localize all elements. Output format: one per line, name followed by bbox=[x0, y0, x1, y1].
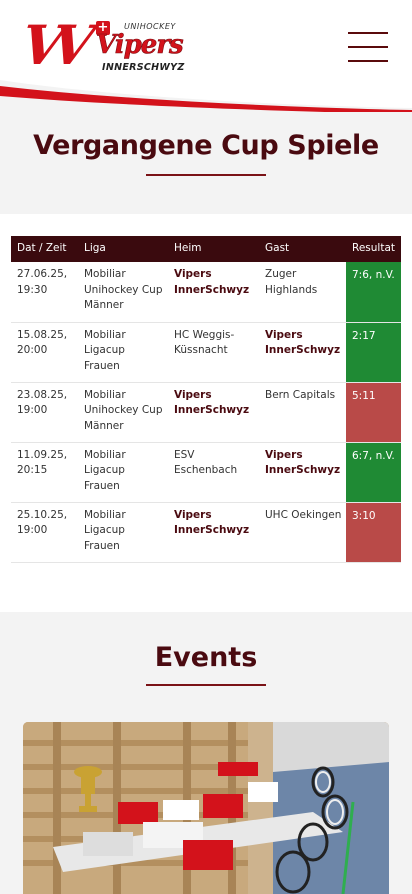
game-date: 11.09.25, 20:15 bbox=[11, 442, 78, 503]
game-guest-team: UHC Oekingen bbox=[259, 502, 346, 563]
game-result: 3:10 bbox=[346, 502, 401, 563]
game-league: Mobiliar Unihockey Cup Männer bbox=[78, 382, 168, 443]
table-row: 15.08.25, 20:00 Mobiliar Ligacup Frauen … bbox=[11, 322, 401, 383]
game-result: 7:6, n.V. bbox=[346, 262, 401, 323]
game-home-team: Vipers InnerSchwyz bbox=[168, 262, 259, 323]
logo-bottom-text: INNERSCHWYZ bbox=[102, 62, 185, 73]
table-row: 23.08.25, 19:00 Mobiliar Unihockey Cup M… bbox=[11, 382, 401, 443]
cup-games-table-container: Dat / Zeit Liga Heim Gast Resultat 27.06… bbox=[0, 214, 412, 612]
game-result: 5:11 bbox=[346, 382, 401, 443]
game-guest-team: Zuger Highlands bbox=[259, 262, 346, 323]
events-title: Events bbox=[154, 642, 258, 673]
logo-name: Vipers bbox=[96, 30, 184, 61]
game-home-team: Vipers InnerSchwyz bbox=[168, 382, 259, 443]
cup-games-header: Vergangene Cup Spiele bbox=[0, 112, 412, 214]
game-date: 25.10.25, 19:00 bbox=[11, 502, 78, 563]
game-guest-team: Vipers InnerSchwyz bbox=[259, 442, 346, 503]
table-row: 11.09.25, 20:15 Mobiliar Ligacup Frauen … bbox=[11, 442, 401, 503]
game-home-team: HC Weggis-Küssnacht bbox=[168, 322, 259, 383]
logo-double-v: VV bbox=[17, 13, 87, 77]
column-header-date: Dat / Zeit bbox=[11, 236, 78, 262]
title-underline bbox=[146, 684, 266, 686]
game-guest-team: Vipers InnerSchwyz bbox=[259, 322, 346, 383]
column-header-home: Heim bbox=[168, 236, 259, 262]
column-header-result: Resultat bbox=[346, 236, 401, 262]
events-section: Events bbox=[0, 612, 412, 894]
game-league: Mobiliar Unihockey Cup Männer bbox=[78, 262, 168, 323]
vipers-logo[interactable]: VV + UNIHOCKEY Vipers INNERSCHWYZ bbox=[18, 13, 185, 80]
header-swoosh bbox=[0, 80, 412, 114]
event-image-card[interactable] bbox=[23, 722, 389, 894]
cup-games-table: Dat / Zeit Liga Heim Gast Resultat 27.06… bbox=[11, 236, 401, 563]
cup-games-title: Vergangene Cup Spiele bbox=[33, 130, 379, 161]
game-league: Mobiliar Ligacup Frauen bbox=[78, 502, 168, 563]
game-date: 15.08.25, 20:00 bbox=[11, 322, 78, 383]
hamburger-menu-icon[interactable] bbox=[348, 30, 388, 64]
table-header-row: Dat / Zeit Liga Heim Gast Resultat bbox=[11, 236, 401, 262]
column-header-guest: Gast bbox=[259, 236, 346, 262]
game-result: 2:17 bbox=[346, 322, 401, 383]
game-date: 27.06.25, 19:30 bbox=[11, 262, 78, 323]
table-row: 27.06.25, 19:30 Mobiliar Unihockey Cup M… bbox=[11, 262, 401, 323]
game-league: Mobiliar Ligacup Frauen bbox=[78, 442, 168, 503]
column-header-league: Liga bbox=[78, 236, 168, 262]
site-header: VV + UNIHOCKEY Vipers INNERSCHWYZ bbox=[0, 0, 412, 114]
title-underline bbox=[146, 174, 266, 176]
game-home-team: ESV Eschenbach bbox=[168, 442, 259, 503]
table-row: 25.10.25, 19:00 Mobiliar Ligacup Frauen … bbox=[11, 502, 401, 563]
game-result: 6:7, n.V. bbox=[346, 442, 401, 503]
event-photo bbox=[23, 722, 389, 894]
game-date: 23.08.25, 19:00 bbox=[11, 382, 78, 443]
game-home-team: Vipers InnerSchwyz bbox=[168, 502, 259, 563]
game-guest-team: Bern Capitals bbox=[259, 382, 346, 443]
game-league: Mobiliar Ligacup Frauen bbox=[78, 322, 168, 383]
